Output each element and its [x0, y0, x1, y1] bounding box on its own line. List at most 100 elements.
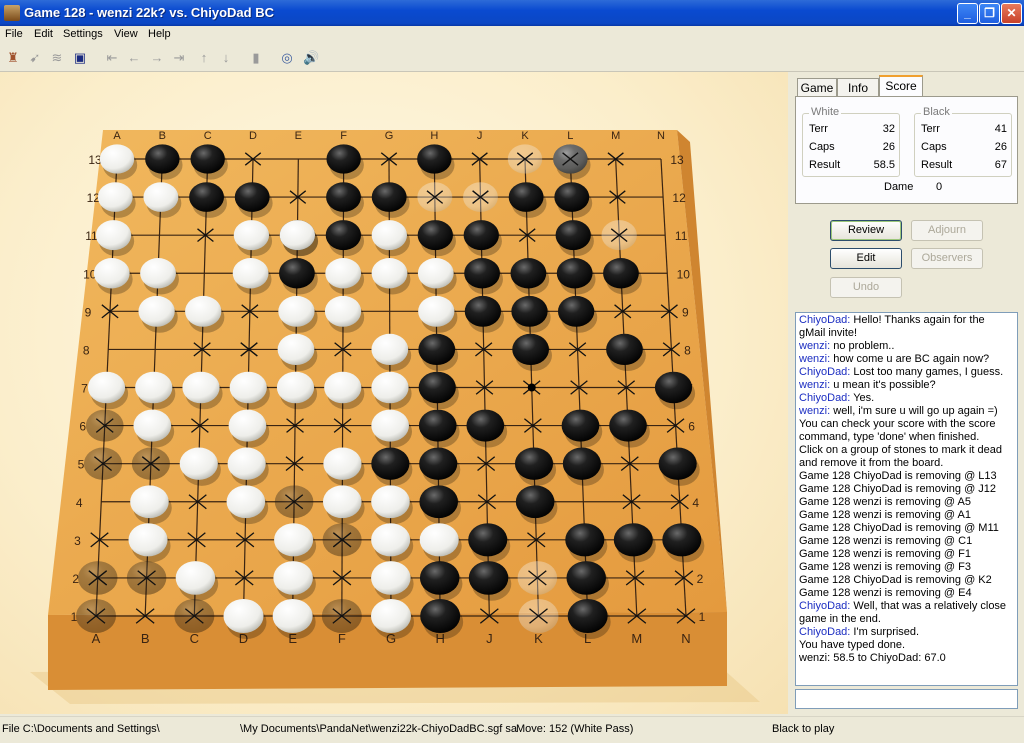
row-label: 11	[675, 229, 688, 243]
column-label: J	[477, 130, 483, 142]
chat-text: Game 128 wenzi is removing @ C1	[799, 535, 973, 547]
column-label: E	[295, 130, 302, 142]
tab-info[interactable]: Info	[837, 78, 879, 96]
dead-black-stone[interactable]	[174, 599, 215, 633]
black-caps-label: Caps	[921, 141, 947, 153]
chat-message: wenzi: u mean it's possible?	[799, 379, 1014, 392]
dead-white-stone[interactable]	[517, 561, 558, 595]
speaker-icon[interactable]: 🔊	[303, 50, 319, 66]
observers-button[interactable]: Observers	[911, 248, 983, 269]
column-label: N	[657, 130, 665, 142]
first-move-icon[interactable]: ⇤	[104, 50, 120, 66]
last-move-icon[interactable]: ⇥	[171, 50, 187, 66]
dead-white-stone[interactable]	[417, 182, 453, 212]
circle-icon[interactable]: ◎	[279, 50, 295, 66]
black-caps-value: 26	[994, 141, 1007, 153]
tab-game[interactable]: Game	[797, 78, 837, 96]
chat-message: wenzi: 58.5 to ChiyoDad: 67.0	[799, 652, 1014, 665]
row-label: 3	[74, 534, 81, 548]
minimize-button[interactable]: _	[957, 3, 978, 24]
menu-settings[interactable]: Settings	[63, 28, 103, 40]
chat-author: wenzi:	[799, 405, 831, 417]
column-label: N	[681, 631, 690, 646]
dead-white-stone[interactable]	[601, 220, 637, 251]
undo-button[interactable]: Undo	[830, 277, 902, 298]
column-label: F	[338, 631, 346, 646]
white-label: White	[809, 106, 842, 118]
column-label: F	[340, 130, 347, 142]
up-icon[interactable]: ↑	[196, 50, 212, 66]
chat-message: wenzi: how come u are BC again now?	[799, 353, 1014, 366]
review-button[interactable]: Review	[830, 220, 902, 241]
trash-icon[interactable]: ▮	[248, 50, 264, 66]
prev-move-icon[interactable]: ←	[126, 50, 142, 66]
column-label: L	[567, 130, 573, 142]
chat-author: ChiyoDad:	[799, 366, 851, 378]
fish-icon[interactable]: ≋	[49, 50, 65, 66]
row-label: 9	[85, 305, 92, 319]
chat-message: Game 128 wenzi is removing @ C1	[799, 535, 1014, 548]
chat-input[interactable]	[795, 689, 1018, 709]
status-move: Move: 152 (White Pass)	[516, 723, 634, 735]
dead-white-stone[interactable]	[553, 144, 588, 174]
menu-file[interactable]: File	[5, 28, 23, 40]
row-label: 12	[672, 191, 686, 205]
adjourn-button[interactable]: Adjourn	[911, 220, 983, 241]
chat-text: Game 128 ChiyoDad is removing @ M11	[799, 522, 999, 534]
chat-text: I'm surprised.	[850, 626, 920, 638]
column-label: C	[190, 631, 199, 646]
white-score-group: White Terr 32 Caps 26 Result 58.5	[802, 106, 900, 177]
next-move-icon[interactable]: →	[149, 50, 165, 66]
chat-message: wenzi: well, i'm sure u will go up again…	[799, 405, 1014, 418]
down-icon[interactable]: ↓	[218, 50, 234, 66]
menu-help[interactable]: Help	[148, 28, 171, 40]
row-label: 6	[688, 420, 695, 434]
dead-white-stone[interactable]	[463, 182, 498, 212]
chat-text: u mean it's possible?	[830, 379, 936, 391]
dead-black-stone[interactable]	[322, 523, 362, 557]
dead-black-stone[interactable]	[85, 409, 124, 442]
maximize-button[interactable]: ❐	[979, 3, 1000, 24]
chat-message: Game 128 wenzi is removing @ A5	[799, 496, 1014, 509]
chat-message: Game 128 ChiyoDad is removing @ K2	[799, 574, 1014, 587]
white-caps-value: 26	[882, 141, 895, 153]
window-title: Game 128 - wenzi 22k? vs. ChiyoDad BC	[24, 5, 274, 20]
close-button[interactable]: ✕	[1001, 3, 1022, 24]
chat-text: Yes.	[850, 392, 875, 404]
title-bar: Game 128 - wenzi 22k? vs. ChiyoDad BC _ …	[0, 0, 1024, 26]
dead-black-stone[interactable]	[274, 485, 314, 519]
go-board[interactable]: AABBCCDDEEFFGGHHJJKKLLMMNN11223344556677…	[0, 72, 788, 714]
app-icon[interactable]	[4, 5, 20, 21]
chat-message: Click on a group of stones to mark it de…	[799, 444, 1014, 470]
chat-text: You have typed done.	[799, 639, 906, 651]
bird-icon[interactable]: ➹	[27, 50, 43, 66]
dead-black-stone[interactable]	[131, 447, 170, 480]
chat-text: Lost too many games, I guess.	[850, 366, 1004, 378]
menu-view[interactable]: View	[114, 28, 138, 40]
black-terr-value: 41	[994, 123, 1007, 135]
dead-black-stone[interactable]	[321, 599, 362, 633]
save-icon[interactable]: ▣	[72, 50, 88, 66]
dead-black-stone[interactable]	[76, 599, 116, 633]
column-label: B	[159, 130, 166, 142]
game-icon[interactable]: ♜	[5, 50, 21, 66]
dead-white-stone[interactable]	[518, 599, 559, 633]
row-label: 6	[79, 420, 86, 434]
edit-button[interactable]: Edit	[830, 248, 902, 269]
chat-message: Game 128 wenzi is removing @ F3	[799, 561, 1014, 574]
status-path: \My Documents\PandaNet\wenzi22k-ChiyoDad…	[240, 723, 517, 735]
row-label: 8	[83, 343, 90, 357]
dead-black-stone[interactable]	[126, 561, 167, 595]
chat-log[interactable]: ChiyoDad: Hello! Thanks again for the gM…	[795, 312, 1018, 686]
row-label: 2	[697, 572, 704, 586]
dead-black-stone[interactable]	[83, 447, 123, 480]
column-label: J	[486, 631, 493, 646]
chat-message: Game 128 wenzi is removing @ F1	[799, 548, 1014, 561]
toolbar: ♜ ➹ ≋ ▣ ⇤ ← → ⇥ ↑ ↓ ▮ ◎ 🔊	[0, 45, 1024, 72]
tab-score[interactable]: Score	[879, 75, 923, 97]
dead-black-stone[interactable]	[77, 561, 118, 595]
dead-white-stone[interactable]	[507, 144, 543, 174]
chat-text: how come u are BC again now?	[830, 353, 990, 365]
menu-edit[interactable]: Edit	[34, 28, 53, 40]
chat-text: Game 128 wenzi is removing @ A1	[799, 509, 971, 521]
